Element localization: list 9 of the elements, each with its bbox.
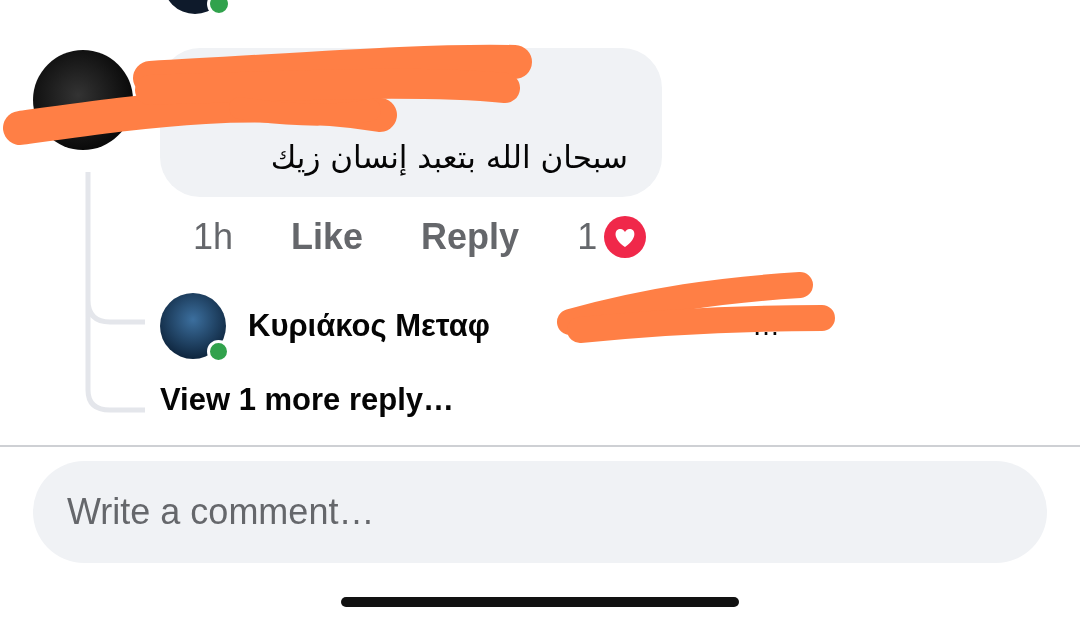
author-name[interactable]: Κυριάκος Μεταφ — [248, 308, 490, 344]
comment-field[interactable]: Write a comment… — [33, 461, 1047, 563]
comment-time: 1h — [193, 216, 234, 258]
action-link[interactable]: Reply — [421, 216, 520, 258]
action-link[interactable]: Like — [291, 216, 364, 258]
view-replies-link[interactable]: View 1 more reply… — [160, 382, 1080, 422]
ellipsis: … — [751, 310, 780, 342]
reaction-count: 1 — [577, 216, 598, 258]
comment-text: سبحان الله بتعبد إنسان زيك — [270, 139, 628, 175]
